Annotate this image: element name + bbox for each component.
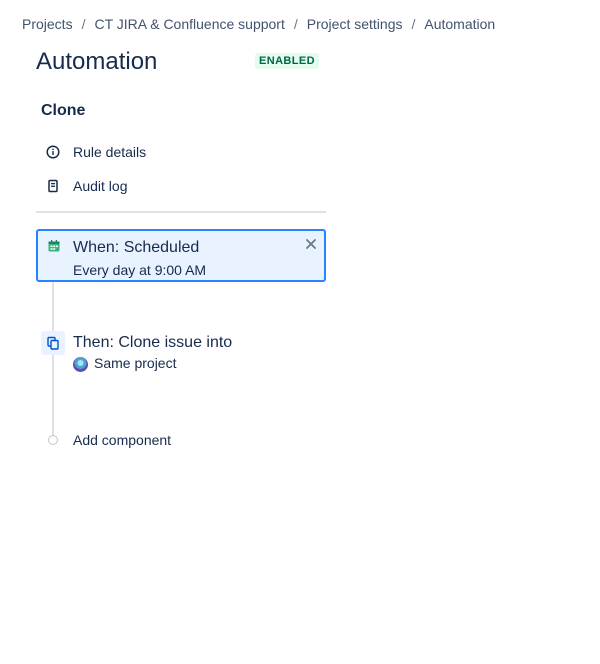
add-component-dot	[48, 435, 58, 445]
trigger-component-card[interactable]: When: Scheduled Every day at 9:00 AM	[36, 229, 326, 282]
audit-log-link[interactable]: Audit log	[44, 177, 127, 195]
breadcrumb-project-settings[interactable]: Project settings	[307, 16, 403, 32]
document-icon	[44, 177, 62, 195]
info-icon	[44, 143, 62, 161]
close-icon	[306, 239, 316, 249]
rule-name: Clone	[41, 102, 86, 119]
breadcrumb-projects[interactable]: Projects	[22, 16, 73, 32]
status-badge: ENABLED	[255, 53, 319, 69]
automation-page: Projects / CT JIRA & Confluence support …	[0, 0, 600, 664]
action-subtitle: Same project	[94, 355, 177, 371]
breadcrumb-project[interactable]: CT JIRA & Confluence support	[94, 16, 284, 32]
breadcrumb-separator: /	[411, 16, 416, 32]
add-component-button[interactable]: Add component	[73, 432, 171, 448]
rule-details-link[interactable]: Rule details	[44, 143, 146, 161]
project-avatar	[73, 356, 88, 372]
trigger-title: When: Scheduled	[73, 239, 200, 256]
trigger-subtitle: Every day at 9:00 AM	[73, 262, 207, 278]
copy-icon	[41, 331, 65, 355]
divider	[36, 211, 326, 213]
timeline-connector	[52, 280, 54, 436]
action-title: Then: Clone issue into	[73, 334, 233, 351]
breadcrumb-separator: /	[81, 16, 86, 32]
calendar-icon	[47, 239, 61, 253]
breadcrumb-separator: /	[293, 16, 298, 32]
breadcrumb-automation[interactable]: Automation	[424, 16, 495, 32]
breadcrumb: Projects / CT JIRA & Confluence support …	[22, 16, 495, 32]
action-component[interactable]: Then: Clone issue into Same project	[73, 334, 232, 372]
rule-details-label: Rule details	[73, 144, 147, 160]
page-title: Automation	[36, 48, 158, 75]
action-target: Same project	[73, 355, 232, 372]
audit-log-label: Audit log	[73, 178, 128, 194]
remove-trigger-button[interactable]	[304, 237, 318, 251]
